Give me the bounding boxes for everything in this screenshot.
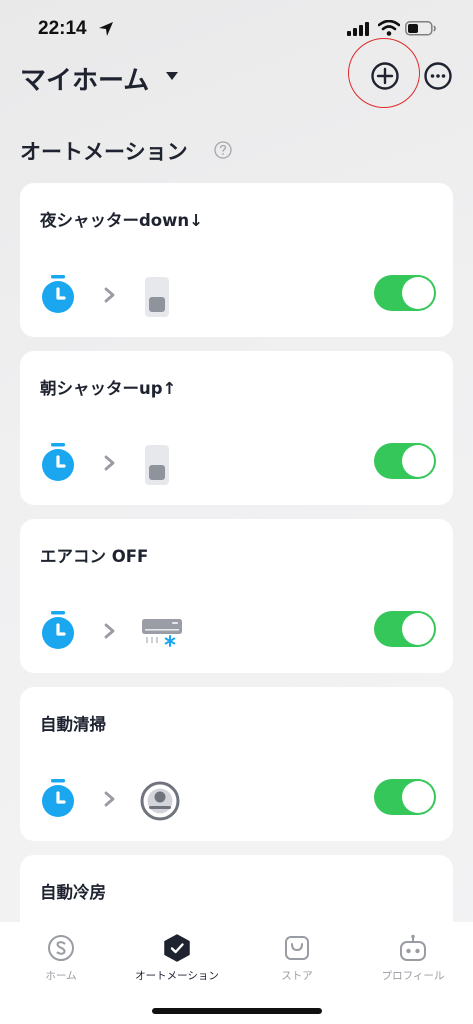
add-automation-button[interactable] xyxy=(370,61,400,91)
timer-icon xyxy=(42,611,74,649)
automation-card[interactable]: 夜シャッターdown↓ xyxy=(20,183,453,337)
header: マイホーム xyxy=(0,38,473,108)
caret-down-icon[interactable] xyxy=(166,72,178,81)
store-bag-icon xyxy=(285,936,309,960)
automation-card[interactable]: 朝シャッターup↑ xyxy=(20,351,453,505)
battery-icon xyxy=(405,21,436,36)
automation-title: 夜シャッターdown↓ xyxy=(40,211,203,230)
automation-title: エアコン OFF xyxy=(40,547,149,566)
toggle-knob xyxy=(402,613,434,645)
automation-check-icon xyxy=(164,934,190,962)
profile-robot-icon xyxy=(400,934,426,961)
cellular-signal-icon xyxy=(347,22,369,36)
help-question-icon[interactable] xyxy=(214,141,232,159)
automation-toggle[interactable] xyxy=(374,443,436,479)
nav-home[interactable]: ホーム xyxy=(6,934,116,983)
toggle-knob xyxy=(402,277,434,309)
location-arrow-icon xyxy=(99,22,113,36)
bottom-nav: ホーム オートメーション ストア プロフィール xyxy=(0,922,473,1024)
automation-toggle[interactable] xyxy=(374,275,436,311)
home-indicator xyxy=(152,1008,322,1014)
automation-toggle[interactable] xyxy=(374,779,436,815)
nav-store-label: ストア xyxy=(281,970,313,982)
more-options-button[interactable] xyxy=(423,61,453,91)
chevron-right-icon xyxy=(104,623,115,639)
timer-icon xyxy=(42,779,74,817)
toggle-knob xyxy=(402,781,434,813)
automation-title: 自動清掃 xyxy=(40,715,106,734)
home-s-icon xyxy=(48,935,74,961)
shutter-switch-icon xyxy=(145,277,169,317)
automation-card[interactable]: エアコン OFF xyxy=(20,519,453,673)
chevron-right-icon xyxy=(104,287,115,303)
wifi-icon xyxy=(378,20,400,36)
timer-icon xyxy=(42,443,74,481)
status-time: 22:14 xyxy=(38,18,87,39)
nav-automation[interactable]: オートメーション xyxy=(122,934,232,983)
section-title: オートメーション xyxy=(20,140,188,164)
timer-icon xyxy=(42,275,74,313)
automation-card[interactable]: 自動清掃 xyxy=(20,687,453,841)
automation-title: 朝シャッターup↑ xyxy=(40,379,177,398)
shutter-switch-icon xyxy=(145,445,169,485)
robot-vacuum-icon xyxy=(140,781,180,821)
nav-profile-label: プロフィール xyxy=(381,970,445,982)
automation-toggle[interactable] xyxy=(374,611,436,647)
nav-home-label: ホーム xyxy=(45,970,77,982)
nav-profile[interactable]: プロフィール xyxy=(358,934,468,983)
chevron-right-icon xyxy=(104,791,115,807)
toggle-knob xyxy=(402,445,434,477)
automation-title: 自動冷房 xyxy=(40,883,106,902)
nav-store[interactable]: ストア xyxy=(242,934,352,983)
home-selector-title[interactable]: マイホーム xyxy=(20,60,149,97)
air-conditioner-icon xyxy=(142,619,182,647)
chevron-right-icon xyxy=(104,455,115,471)
nav-automation-label: オートメーション xyxy=(135,970,219,982)
